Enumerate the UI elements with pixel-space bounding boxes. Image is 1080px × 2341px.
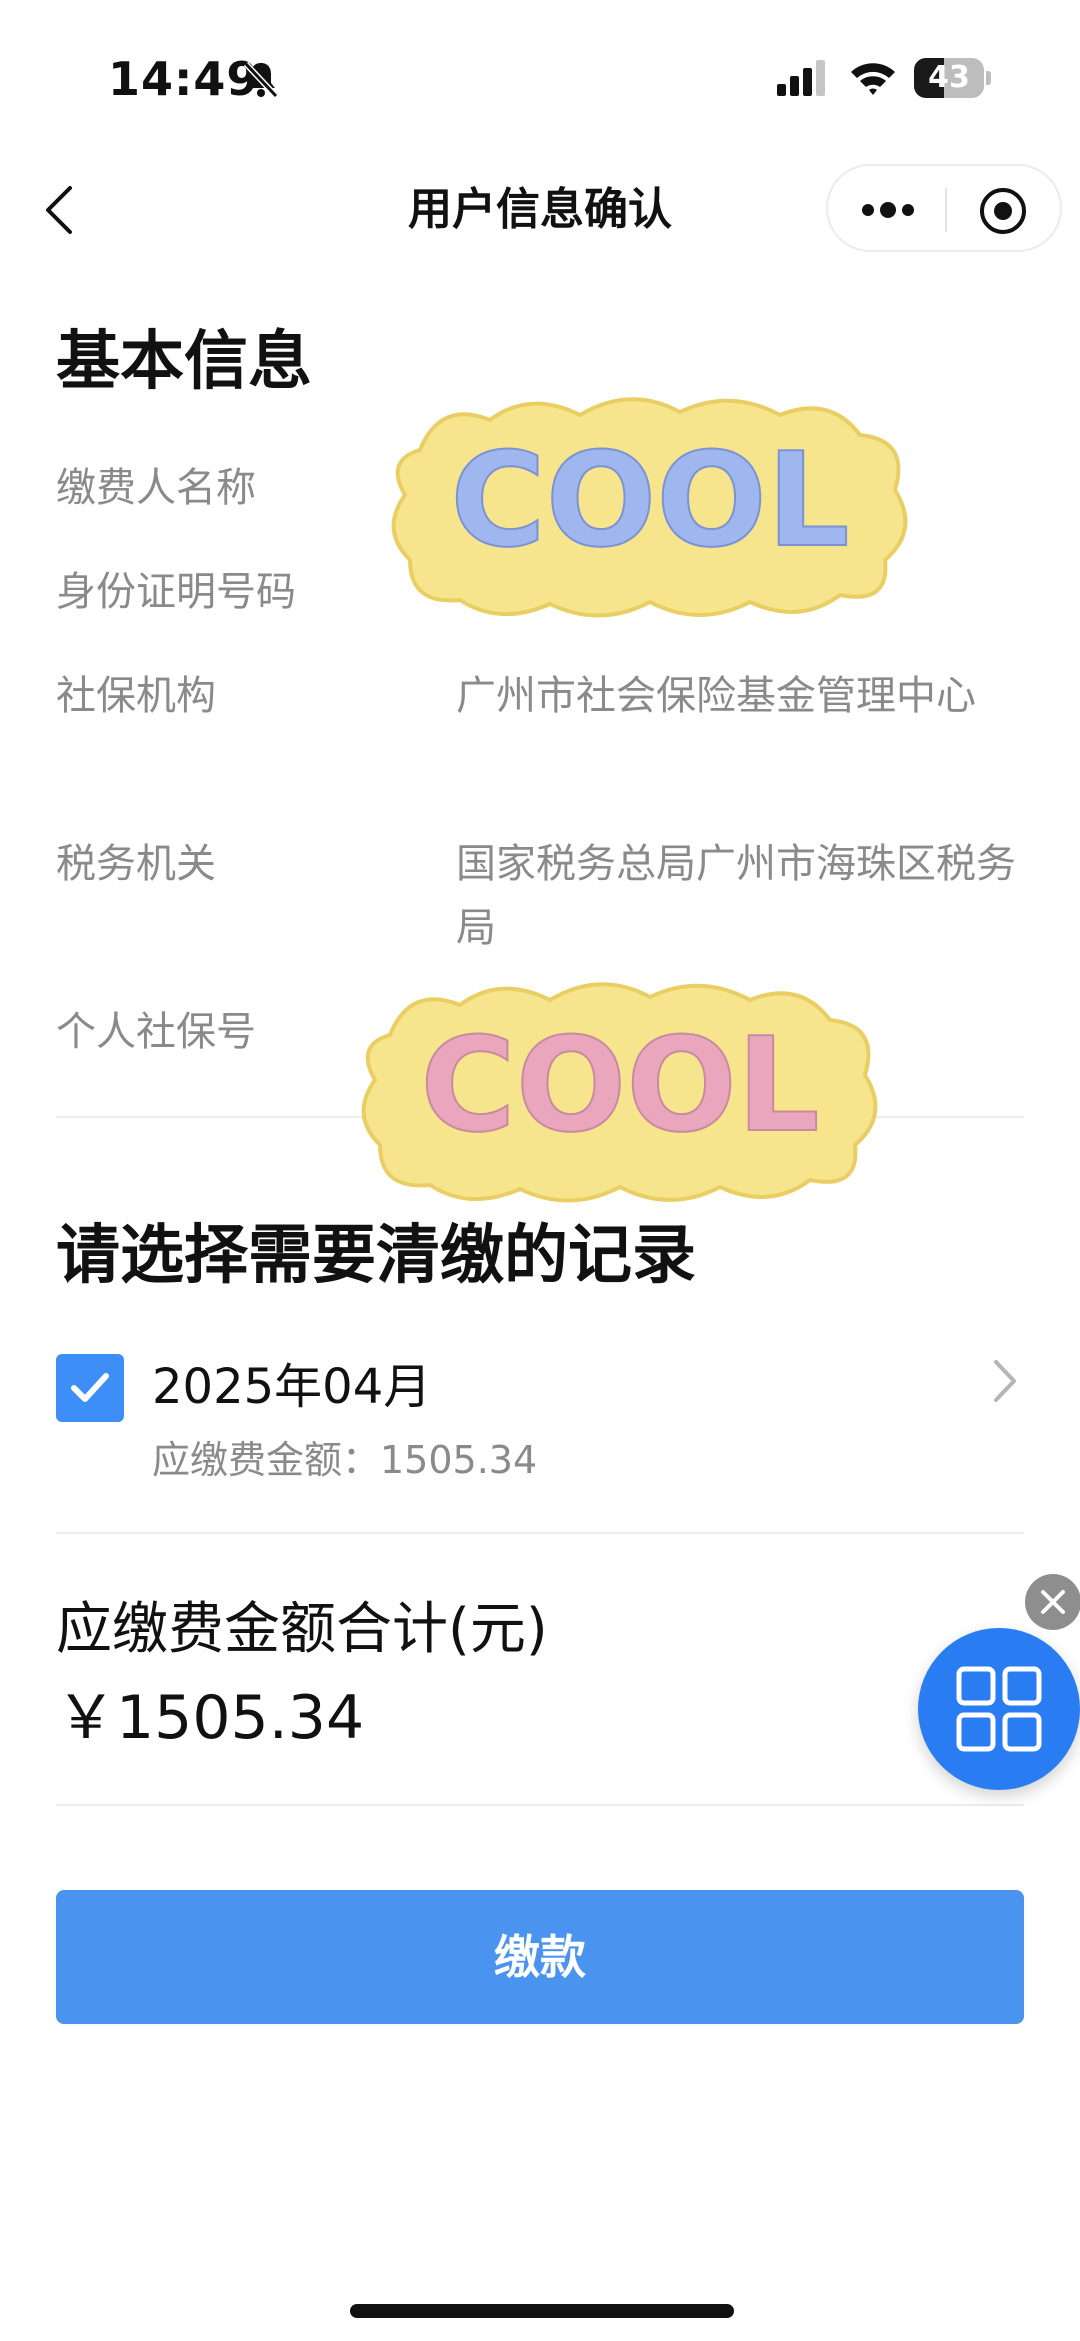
record-amount: 应缴费金额：1505.34	[152, 1438, 538, 1482]
home-indicator[interactable]	[350, 2304, 734, 2318]
total-amount-value: ￥1505.34	[56, 1683, 365, 1753]
info-value-tax-authority: 国家税务总局广州市海珠区税务局	[456, 841, 1016, 951]
capsule-divider	[945, 188, 947, 232]
info-label-payer-name: 缴费人名称	[56, 465, 256, 511]
page-title: 用户信息确认	[408, 184, 672, 235]
battery-level-text: 43	[928, 60, 970, 95]
page: 14:49 43 用户信息确认 基本信息 缴费人名称 身份证明号码 社保机构 广…	[0, 0, 1080, 2341]
status-time: 14:49	[108, 52, 260, 106]
total-amount-label: 应缴费金额合计(元)	[56, 1597, 548, 1662]
info-label-id-number: 身份证明号码	[56, 569, 296, 615]
floating-menu-button[interactable]	[918, 1628, 1080, 1790]
divider	[56, 1804, 1024, 1806]
cool-sticker: COOL	[391, 397, 908, 618]
record-month: 2025年04月	[152, 1359, 432, 1415]
back-arrow-icon[interactable]	[40, 182, 80, 238]
record-row[interactable]: 2025年04月 应缴费金额：1505.34	[0, 1330, 1080, 1500]
chevron-right-icon[interactable]	[990, 1356, 1020, 1406]
grid-menu-icon	[956, 1666, 1042, 1752]
pay-button[interactable]: 缴款	[56, 1890, 1024, 2024]
basic-info-title: 基本信息	[56, 325, 312, 399]
info-label-tax-authority: 税务机关	[56, 841, 216, 887]
close-icon	[1041, 1590, 1065, 1614]
battery-tip	[986, 71, 991, 85]
status-bar: 14:49 43	[0, 0, 1080, 150]
info-label-social-security-number: 个人社保号	[56, 1009, 256, 1055]
target-icon[interactable]	[978, 186, 1028, 236]
info-label-social-security-agency: 社保机构	[56, 673, 216, 719]
nav-bar: 用户信息确认	[0, 160, 1080, 260]
sticker-text: COOL	[420, 1009, 819, 1161]
battery-body: 43	[914, 58, 984, 98]
cool-sticker: COOL	[361, 982, 878, 1203]
battery-icon: 43	[914, 58, 991, 98]
wifi-icon	[851, 63, 895, 95]
record-checkbox[interactable]	[56, 1354, 124, 1422]
close-floating-button[interactable]	[1025, 1574, 1080, 1630]
cellular-signal-icon	[777, 60, 825, 96]
records-title: 请选择需要清缴的记录	[56, 1219, 696, 1293]
mute-bell-icon	[243, 61, 279, 99]
info-value-social-security-agency: 广州市社会保险基金管理中心	[456, 673, 976, 719]
more-dots-icon[interactable]	[858, 188, 918, 232]
divider	[56, 1532, 1024, 1534]
sticker-text: COOL	[450, 424, 849, 576]
mini-program-capsule	[826, 164, 1062, 252]
checkmark-icon	[71, 1373, 109, 1402]
